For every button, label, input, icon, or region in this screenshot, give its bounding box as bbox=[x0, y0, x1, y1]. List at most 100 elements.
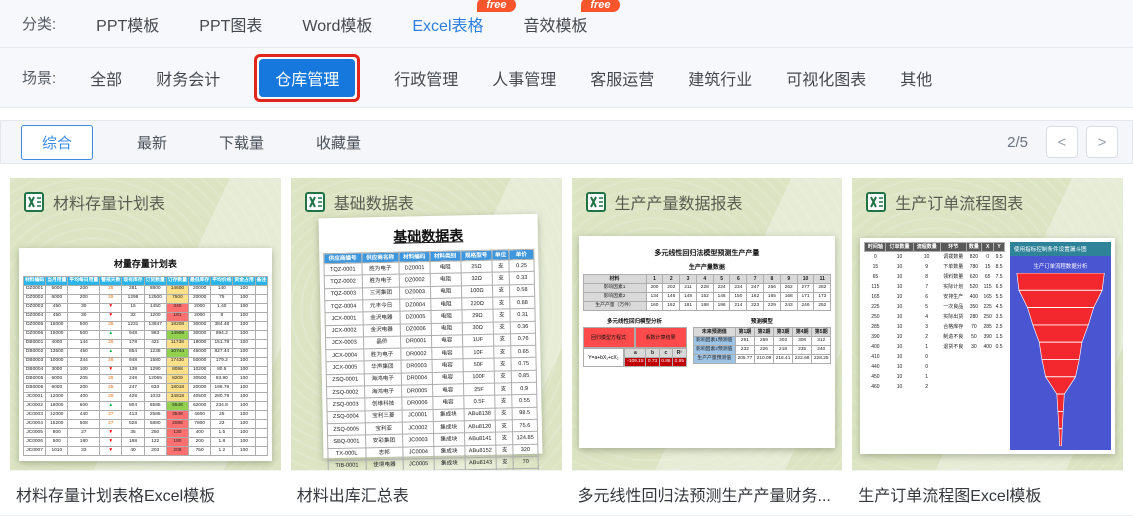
sort-newest[interactable]: 最新 bbox=[137, 132, 167, 153]
table-cell: 450 bbox=[67, 347, 101, 358]
table-cell: 210.09 bbox=[753, 354, 775, 365]
table-header-cell: 材料类别 bbox=[429, 250, 461, 262]
table-cell: 235 bbox=[792, 345, 813, 356]
table-header-cell: 资金占用 bbox=[232, 276, 256, 286]
table-cell: 6000 bbox=[45, 293, 69, 304]
table-cell: 15 bbox=[872, 263, 879, 270]
tab-word-template[interactable]: Word模板 bbox=[302, 12, 372, 36]
card-caption[interactable]: 生产订单流程图Excel模板 bbox=[852, 470, 1123, 515]
table-cell: 171 bbox=[796, 292, 815, 303]
table-cell: 18208 bbox=[165, 320, 190, 331]
table-cell: 8800 bbox=[143, 284, 167, 295]
table-cell: 0 bbox=[873, 253, 877, 260]
scene-item-visual-chart[interactable]: 可视化图表 bbox=[786, 66, 866, 90]
table-row: DB0006 6000 200 25 247 633 18018 20000 198.78 100 bbox=[22, 383, 269, 394]
scene-item-hr[interactable]: 人事管理 bbox=[492, 66, 556, 90]
table-cell: 100 bbox=[232, 428, 256, 439]
preview-table: 材料编码 当月用量 平均每日用量 警戒天数 现有库存 订货数量 订存数量 最低库存 平均价格 资金… bbox=[22, 276, 269, 457]
table-cell: TQZ-0003 bbox=[324, 287, 363, 301]
card-title: 基础数据表 bbox=[333, 196, 414, 213]
tab-sound-template[interactable]: 音效模板 free bbox=[524, 0, 620, 36]
scene-item-other[interactable]: 其他 bbox=[900, 66, 932, 90]
table-cell: 410 bbox=[871, 353, 880, 360]
table-cell: 384.48 bbox=[210, 320, 234, 331]
table-cell bbox=[940, 383, 966, 393]
table-header-cell: 7 bbox=[746, 273, 765, 285]
table-cell: 一次良品 bbox=[943, 303, 964, 310]
table-cell: 1UF bbox=[461, 334, 494, 348]
table-header-cell: 警戒天数 bbox=[99, 276, 123, 286]
table-cell: 1.8 bbox=[210, 437, 234, 448]
table-cell: 200 bbox=[67, 383, 101, 394]
table-cell: ▲ bbox=[99, 347, 123, 358]
card-preview[interactable]: 材料存量计划表 材量存量计划表 材料编码 当月用量 平均每日用量 警戒天数 现有库存 订货… bbox=[10, 178, 281, 470]
scene-item-admin[interactable]: 行政管理 bbox=[394, 66, 458, 90]
table-header-cell: 环节 bbox=[939, 241, 967, 253]
funnel-stage bbox=[1057, 410, 1064, 430]
sort-comprehensive[interactable]: 综合 bbox=[21, 124, 94, 160]
sort-favorites[interactable]: 收藏量 bbox=[316, 132, 361, 153]
table-cell: 支 bbox=[495, 456, 514, 470]
table-cell: 12000 bbox=[45, 410, 69, 421]
table-cell: 100 bbox=[232, 446, 256, 457]
table-cell: 413 bbox=[121, 410, 145, 421]
card-preview[interactable]: 基础数据表 基础数据表 供应商编号 供应商名称 材料编码 材料类别 规格型号 单位 单价 TQ… bbox=[290, 178, 562, 470]
table-cell: 180 bbox=[165, 437, 190, 448]
tab-ppt-chart[interactable]: PPT图表 bbox=[199, 12, 262, 36]
table-cell: DR0001 bbox=[400, 335, 432, 349]
table-cell: 228 bbox=[695, 283, 714, 294]
table-cell: 8585 bbox=[143, 401, 167, 412]
table-cell: 12065 bbox=[143, 374, 167, 385]
tab-ppt-template[interactable]: PPT模板 bbox=[96, 12, 159, 36]
table-cell: 华声集团 bbox=[363, 360, 402, 374]
table-cell: 65 bbox=[984, 273, 991, 280]
scene-item-construction[interactable]: 建筑行业 bbox=[688, 66, 752, 90]
table-row: JC0004 15200 508 27 528 5880 2088 7800 23 100 bbox=[22, 419, 269, 430]
funnel-chart-title: 生产订单流程数据分析 bbox=[1033, 264, 1088, 270]
scene-item-finance[interactable]: 财务会计 bbox=[156, 66, 220, 90]
table-cell: 影响因素2预测值 bbox=[692, 345, 736, 356]
tab-excel-sheet[interactable]: Excel表格 free bbox=[412, 0, 516, 36]
table-cell: 100 bbox=[232, 419, 256, 430]
table-cell: 2088 bbox=[165, 419, 190, 430]
table-cell: 30000 bbox=[188, 329, 212, 340]
table-cell: 225 bbox=[983, 303, 992, 310]
table-cell bbox=[254, 446, 269, 457]
table-header-cell: 材料 bbox=[582, 273, 647, 285]
card-caption[interactable]: 多元线性回归法预测生产产量财务... bbox=[571, 470, 843, 515]
table-cell: 211 bbox=[679, 283, 697, 294]
table-cell: DB0004 bbox=[22, 365, 47, 376]
card-caption[interactable]: 材料出库汇总表 bbox=[290, 470, 562, 515]
table-cell: 32Ω bbox=[460, 272, 493, 286]
table-cell: 198.78 bbox=[210, 383, 234, 394]
next-page-button[interactable]: > bbox=[1086, 126, 1118, 158]
table-cell: ZSQ-0001 bbox=[326, 373, 364, 387]
card-caption[interactable]: 材料存量计划表格Excel模板 bbox=[10, 470, 281, 515]
table-cell: 124.85 bbox=[512, 431, 538, 445]
table-cell: 160 bbox=[645, 301, 664, 312]
table-cell: 10 bbox=[896, 293, 903, 300]
sort-downloads[interactable]: 下载量 bbox=[219, 132, 264, 153]
prev-page-button[interactable]: < bbox=[1046, 126, 1078, 158]
table-cell bbox=[254, 356, 269, 367]
table-cell: 50000 bbox=[188, 356, 212, 367]
table-cell: ▼ bbox=[99, 302, 123, 313]
table-cell: 支 bbox=[495, 432, 513, 445]
scene-item-service[interactable]: 客服运营 bbox=[590, 66, 654, 90]
table-cell: JC0003 bbox=[402, 433, 434, 447]
table-header-cell: 当月用量 bbox=[45, 276, 69, 286]
table-header-cell: 材料编码 bbox=[398, 251, 430, 263]
prediction-model-block: 预测模型 未来预测值 第1期 第2期 第3期 第4期 第5期 影响因素1预测值 291 259 3… bbox=[692, 317, 832, 367]
table-cell: 支 bbox=[492, 296, 511, 310]
card-preview[interactable]: 生产订单流程图表 时间轴 订单数量 流程数量 环节 数量 X Y 0 10 10 调拨数量 820 0 9… bbox=[852, 178, 1123, 470]
table-cell bbox=[966, 373, 981, 383]
table-cell: 3548 bbox=[165, 410, 190, 421]
table-cell: 电容 bbox=[431, 334, 463, 348]
scene-item-warehouse-selected[interactable]: 仓库管理 bbox=[259, 58, 356, 97]
table-cell: 12500 bbox=[143, 293, 167, 304]
card-preview[interactable]: 生产产量数据报表 多元线性回归法模型预测生产产量 生产产量数据 材料 1 2 3 4 5 6… bbox=[571, 178, 843, 470]
scene-item-all[interactable]: 全部 bbox=[90, 66, 122, 90]
table-cell: ▲ bbox=[99, 401, 123, 412]
table-cell: DZ0006 bbox=[400, 323, 432, 337]
table-header-cell: X bbox=[981, 241, 995, 253]
